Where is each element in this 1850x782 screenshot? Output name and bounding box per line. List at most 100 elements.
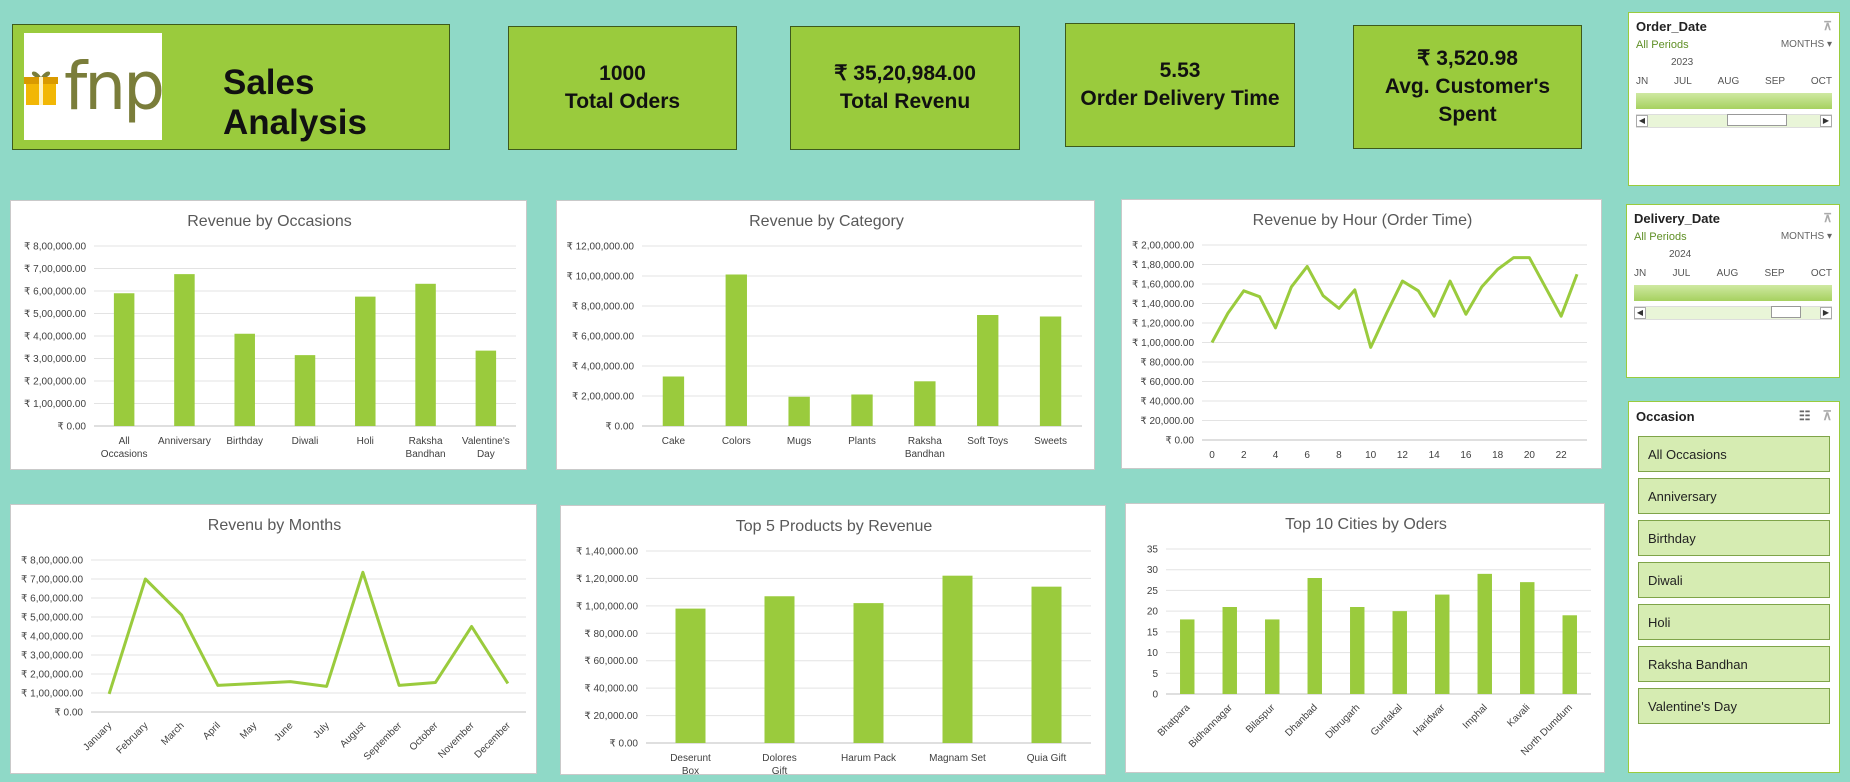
- month-label: AUG: [1716, 268, 1739, 279]
- month-label: SEP: [1765, 76, 1786, 87]
- y-tick-label: ₹ 40,000.00: [1140, 397, 1194, 408]
- x-tick-label: 14: [1429, 450, 1441, 461]
- scroll-left-icon[interactable]: ◀: [1636, 115, 1648, 127]
- kpi-label: Order Delivery Time: [1080, 87, 1280, 110]
- slicer-delivery-date[interactable]: Delivery_Date ⊼ All Periods MONTHS ▾ 202…: [1626, 204, 1840, 378]
- x-tick-label: September: [362, 720, 405, 763]
- y-tick-label: ₹ 5,00,000.00: [24, 309, 86, 320]
- x-tick-label: Raksha: [908, 436, 942, 447]
- slicer-title: Delivery_Date: [1634, 210, 1720, 226]
- chart-title: Revenue by Hour (Order Time): [1253, 212, 1473, 229]
- x-tick-label: April: [201, 720, 223, 742]
- time-level-label: MONTHS: [1780, 39, 1825, 50]
- y-tick-label: 20: [1147, 607, 1159, 618]
- y-tick-label: ₹ 20,000.00: [584, 711, 638, 722]
- y-tick-label: ₹ 0.00: [57, 422, 86, 433]
- x-tick-label: Quia Gift: [1027, 753, 1067, 764]
- bar: [1031, 586, 1062, 743]
- y-tick-label: 25: [1147, 586, 1159, 597]
- y-tick-label: ₹ 2,00,000.00: [21, 670, 83, 681]
- x-tick-label: Valentine's: [462, 436, 510, 447]
- slicer-item-label: Birthday: [1648, 530, 1696, 546]
- y-tick-label: ₹ 0.00: [605, 422, 634, 433]
- chevron-down-icon: ▾: [1826, 39, 1832, 50]
- y-tick-label: ₹ 8,00,000.00: [24, 242, 86, 253]
- chevron-down-icon: ▾: [1826, 231, 1832, 242]
- x-tick-label: Birthday: [226, 436, 263, 447]
- x-tick-label: Bandhan: [406, 449, 446, 460]
- x-tick-label: May: [238, 720, 259, 741]
- bar: [942, 575, 973, 743]
- chart-title: Revenu by Months: [208, 517, 341, 534]
- scroll-thumb[interactable]: [1727, 114, 1787, 126]
- x-tick-label: 20: [1524, 450, 1536, 461]
- y-tick-label: 35: [1147, 545, 1159, 556]
- x-tick-label: Mugs: [787, 436, 811, 447]
- kpi-label: Total Oders: [564, 90, 681, 113]
- y-tick-label: ₹ 60,000.00: [584, 656, 638, 667]
- bar: [977, 315, 999, 426]
- timeline-scrollbar[interactable]: ◀ ▶: [1634, 306, 1832, 320]
- slicer-item-holi[interactable]: Holi: [1638, 604, 1830, 640]
- y-tick-label: ₹ 1,20,000.00: [1132, 319, 1194, 330]
- x-tick-label: Day: [477, 449, 495, 460]
- clear-filter-icon[interactable]: ⊼: [1823, 211, 1832, 225]
- multi-select-icon[interactable]: ☷: [1799, 408, 1811, 424]
- timeline-selection-bar[interactable]: [1636, 93, 1832, 109]
- timeline-scrollbar[interactable]: ◀ ▶: [1636, 114, 1832, 128]
- x-tick-label: 16: [1460, 450, 1472, 461]
- timeline-year: 2023: [1671, 57, 1694, 68]
- bar: [851, 394, 873, 426]
- timeline-selection-bar[interactable]: [1634, 285, 1832, 301]
- y-tick-label: ₹ 4,00,000.00: [572, 362, 634, 373]
- scroll-thumb[interactable]: [1771, 306, 1801, 318]
- slicer-item-all-occasions[interactable]: All Occasions: [1638, 436, 1830, 472]
- slicer-item-valentines-day[interactable]: Valentine's Day: [1638, 688, 1830, 724]
- bar: [355, 296, 376, 426]
- logo-text: fnp: [64, 47, 165, 125]
- title-card: fnp Sales Analysis: [12, 24, 450, 150]
- x-tick-label: Harum Pack: [841, 753, 897, 764]
- y-tick-label: ₹ 6,00,000.00: [24, 287, 86, 298]
- y-tick-label: ₹ 4,00,000.00: [21, 632, 83, 643]
- time-level-dropdown[interactable]: MONTHS ▾: [1781, 231, 1832, 243]
- chart-title: Revenue by Occasions: [187, 213, 352, 230]
- x-tick-label: Guntakal: [1369, 702, 1405, 738]
- y-tick-label: ₹ 0.00: [609, 739, 638, 750]
- x-tick-label: Anniversary: [158, 436, 211, 447]
- month-label: JUL: [1674, 76, 1692, 87]
- bar: [475, 350, 497, 426]
- slicer-order-date[interactable]: Order_Date ⊼ All Periods MONTHS ▾ 2023 J…: [1628, 12, 1840, 186]
- slicer-item-raksha-bandhan[interactable]: Raksha Bandhan: [1638, 646, 1830, 682]
- scroll-right-icon[interactable]: ▶: [1820, 307, 1832, 319]
- slicer-title: Order_Date: [1636, 18, 1707, 34]
- scroll-left-icon[interactable]: ◀: [1634, 307, 1646, 319]
- time-level-dropdown[interactable]: MONTHS ▾: [1781, 39, 1832, 51]
- x-tick-label: July: [311, 720, 331, 740]
- month-label: AUG: [1717, 76, 1740, 87]
- chart-top10-cities: Top 10 Cities by Oders 0 5 10 15 20 25 30 35 Bhat…: [1125, 503, 1605, 773]
- x-tick-label: Deserunt: [670, 753, 711, 764]
- chart-revenue-by-hour: Revenue by Hour (Order Time) ₹ 0.00 ₹ 20,0…: [1121, 199, 1602, 469]
- bar: [1039, 316, 1062, 426]
- bar: [675, 608, 706, 743]
- clear-filter-icon[interactable]: ⊼: [1823, 19, 1832, 33]
- slicer-item-label: Diwali: [1648, 572, 1683, 588]
- timeline-year: 2024: [1669, 249, 1692, 260]
- y-tick-label: 5: [1152, 669, 1158, 680]
- scroll-right-icon[interactable]: ▶: [1820, 115, 1832, 127]
- slicer-item-anniversary[interactable]: Anniversary: [1638, 478, 1830, 514]
- x-tick-label: 12: [1397, 450, 1409, 461]
- slicer-item-birthday[interactable]: Birthday: [1638, 520, 1830, 556]
- x-tick-label: Colors: [722, 436, 751, 447]
- x-tick-label: Holi: [357, 436, 374, 447]
- y-tick-label: ₹ 80,000.00: [1140, 358, 1194, 369]
- y-tick-label: ₹ 2,00,000.00: [1132, 241, 1194, 252]
- slicer-item-diwali[interactable]: Diwali: [1638, 562, 1830, 598]
- series-line: [107, 570, 510, 695]
- x-tick-label: October: [408, 720, 441, 753]
- month-label: OCT: [1810, 268, 1832, 279]
- clear-filter-icon[interactable]: ⊼: [1822, 408, 1832, 424]
- y-tick-label: ₹ 6,00,000.00: [572, 332, 634, 343]
- x-tick-label: Bhatpara: [1156, 702, 1193, 739]
